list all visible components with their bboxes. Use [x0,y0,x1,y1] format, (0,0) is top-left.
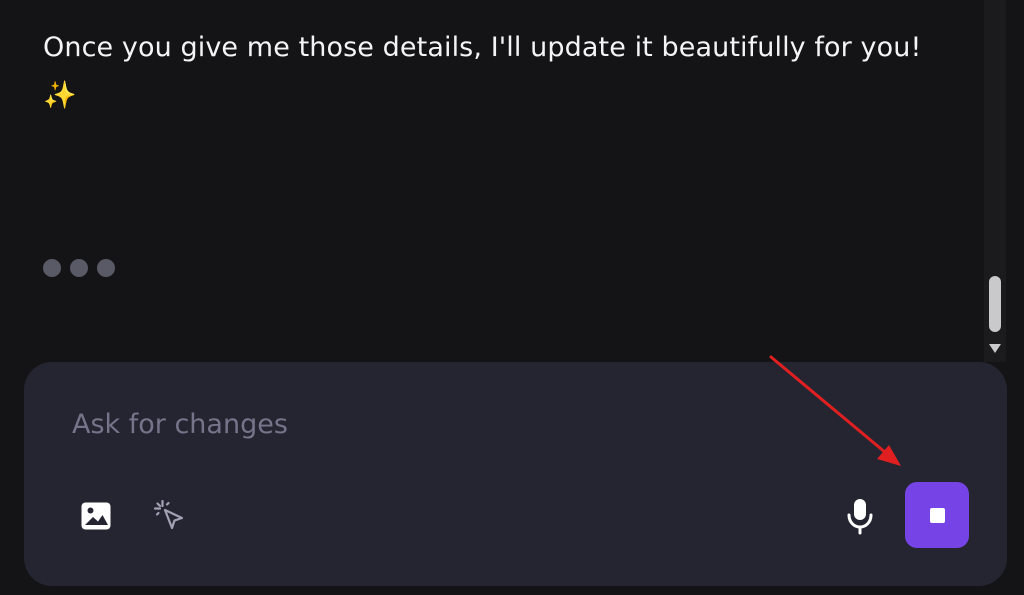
attach-image-button[interactable] [76,496,116,536]
typing-indicator [43,259,115,277]
cursor-sparkle-icon [153,499,184,530]
typing-dot [97,259,115,277]
composer [24,362,1007,586]
typing-dot [70,259,88,277]
typing-dot [43,259,61,277]
chat-scrollbar[interactable] [984,0,1006,362]
stop-icon [929,507,945,523]
assistant-message: Once you give me those details, I'll upd… [43,32,922,111]
composer-input[interactable] [72,402,832,446]
microphone-button[interactable] [840,494,880,538]
scrollbar-thumb[interactable] [989,276,1001,332]
stop-generation-button[interactable] [905,482,969,548]
scroll-down-arrow[interactable] [989,344,1001,353]
select-element-button[interactable] [150,496,190,536]
image-icon [81,502,111,530]
microphone-icon [847,499,873,535]
chat-area: Once you give me those details, I'll upd… [0,0,984,362]
